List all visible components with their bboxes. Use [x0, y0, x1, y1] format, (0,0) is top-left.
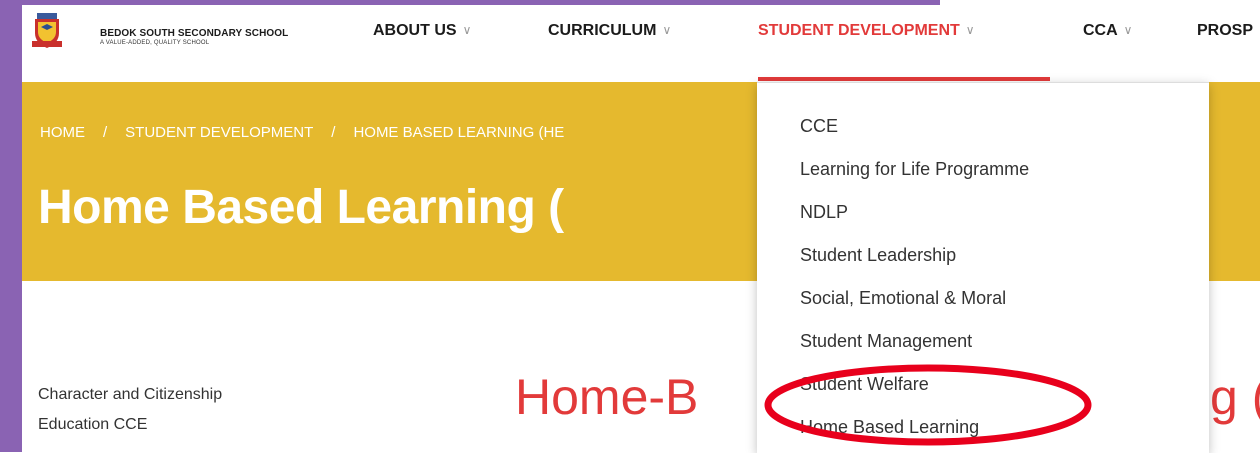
- menu-item-student-leadership[interactable]: Student Leadership: [800, 245, 956, 266]
- brand[interactable]: BEDOK SOUTH SECONDARY SCHOOL A VALUE-ADD…: [100, 28, 288, 46]
- breadcrumb-separator: /: [103, 124, 108, 141]
- nav-about-us-label: ABOUT US: [373, 22, 457, 39]
- breadcrumb-student-development[interactable]: STUDENT DEVELOPMENT: [125, 124, 313, 141]
- nav-cca[interactable]: CCA ∨: [1083, 22, 1132, 40]
- school-crest-icon[interactable]: [32, 13, 62, 49]
- school-name: BEDOK SOUTH SECONDARY SCHOOL: [100, 28, 289, 39]
- nav-curriculum-label: CURRICULUM: [548, 22, 657, 39]
- nav-prospectus-label: PROSP: [1197, 22, 1254, 39]
- nav-student-development-label: STUDENT DEVELOPMENT: [758, 22, 960, 39]
- active-nav-indicator: [758, 77, 1050, 81]
- page-title: Home Based Learning (: [38, 181, 564, 234]
- chevron-down-icon: ∨: [1123, 23, 1133, 37]
- nav-curriculum[interactable]: CURRICULUM ∨: [548, 22, 671, 40]
- nav-about-us[interactable]: ABOUT US ∨: [373, 22, 471, 40]
- breadcrumb-separator: /: [331, 124, 336, 141]
- breadcrumb-home[interactable]: HOME: [40, 124, 85, 141]
- sidebar-item-label-line2: Education CCE: [38, 416, 148, 433]
- menu-item-ndlp[interactable]: NDLP: [800, 202, 848, 223]
- sidebar-item-cce[interactable]: Character and Citizenship Education CCE: [38, 380, 222, 440]
- menu-item-cce[interactable]: CCE: [800, 116, 838, 137]
- window-frame-left: [0, 0, 22, 452]
- school-tagline: A VALUE-ADDED, QUALITY SCHOOL: [100, 40, 210, 46]
- content-heading: Home-B: [515, 369, 699, 425]
- menu-item-social-emotional-moral[interactable]: Social, Emotional & Moral: [800, 288, 1006, 309]
- chevron-down-icon: ∨: [662, 23, 672, 37]
- chevron-down-icon: ∨: [965, 23, 975, 37]
- student-development-dropdown: CCE Learning for Life Programme NDLP Stu…: [757, 82, 1209, 453]
- site-header: BEDOK SOUTH SECONDARY SCHOOL A VALUE-ADD…: [22, 5, 1260, 83]
- sidebar-item-label-line1: Character and Citizenship: [38, 386, 223, 403]
- nav-cca-label: CCA: [1083, 22, 1118, 39]
- menu-item-learning-for-life[interactable]: Learning for Life Programme: [800, 159, 1029, 180]
- menu-item-home-based-learning[interactable]: Home Based Learning: [800, 417, 979, 438]
- nav-student-development[interactable]: STUDENT DEVELOPMENT ∨: [758, 22, 975, 40]
- menu-item-student-welfare[interactable]: Student Welfare: [800, 374, 929, 395]
- breadcrumb-current: HOME BASED LEARNING (HE: [353, 124, 565, 141]
- breadcrumb: HOME / STUDENT DEVELOPMENT / HOME BASED LEAR…: [40, 124, 564, 141]
- nav-prospectus[interactable]: PROSP: [1197, 22, 1253, 40]
- content-heading-continued: g (H: [1210, 369, 1260, 425]
- menu-item-student-management[interactable]: Student Management: [800, 331, 972, 352]
- chevron-down-icon: ∨: [462, 23, 472, 37]
